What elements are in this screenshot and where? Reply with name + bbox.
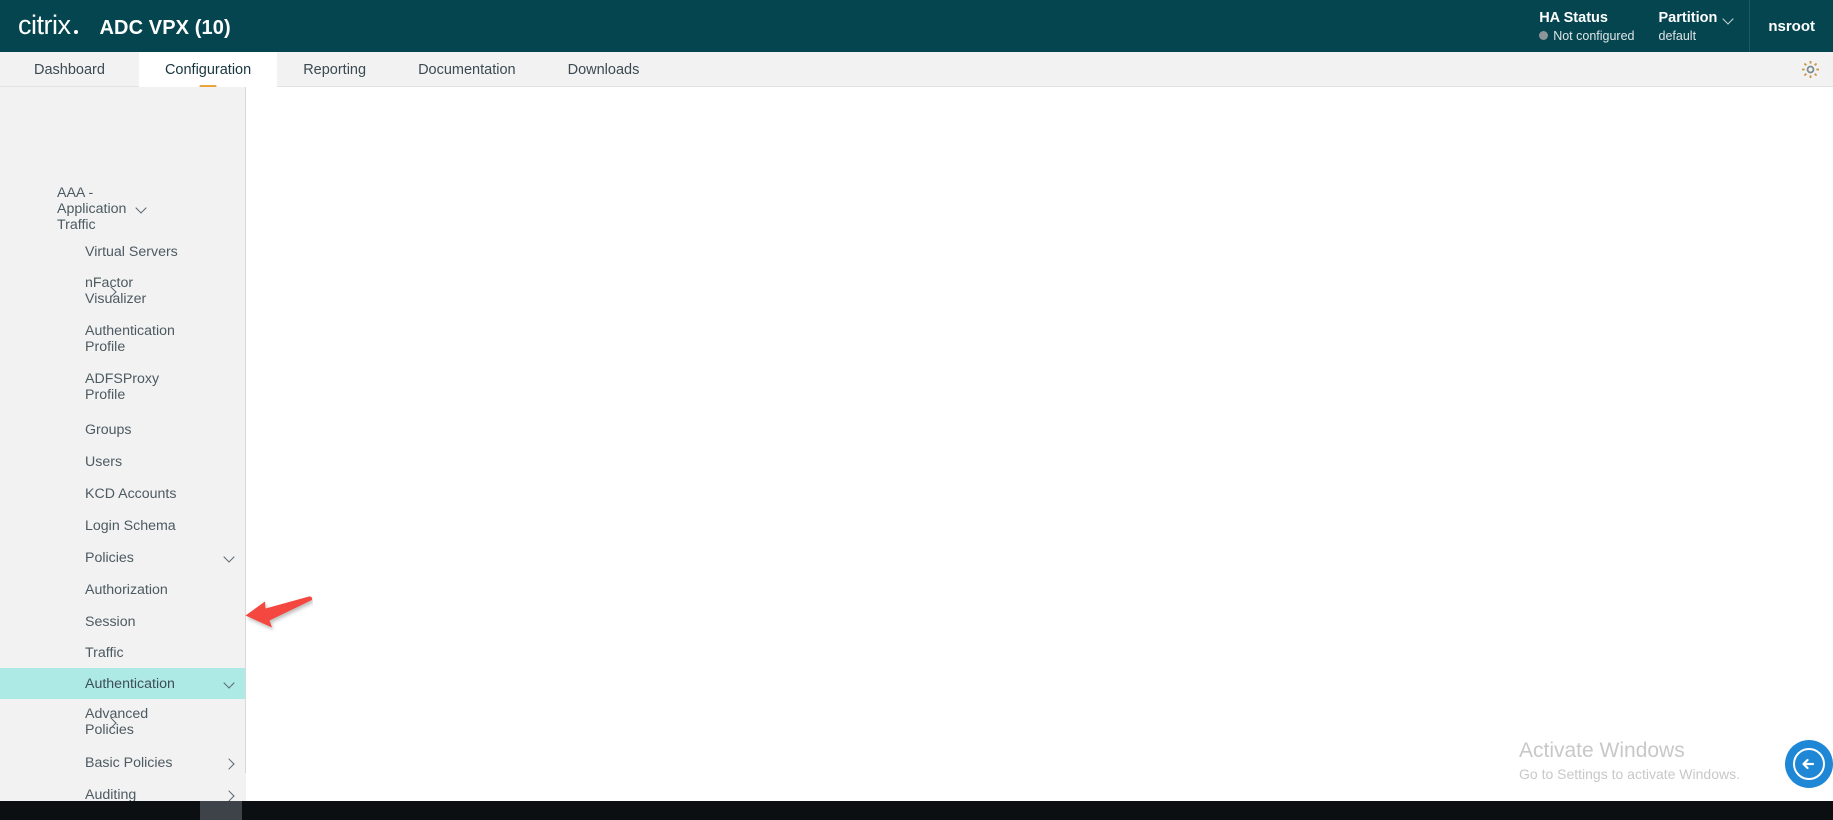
tab-dashboard[interactable]: Dashboard <box>0 52 139 87</box>
navigation-sidebar[interactable]: AAA - Application Traffic Virtual Server… <box>0 87 246 801</box>
bottom-taskbar <box>0 801 1833 820</box>
sidebar-item-label: Authentication <box>85 675 175 692</box>
settings-button[interactable] <box>1800 52 1833 86</box>
brand-left-group: citrix ADC VPX (10) <box>0 12 231 40</box>
windows-activation-watermark: Activate Windows Go to Settings to activ… <box>1519 739 1833 788</box>
sidebar-item-adfsproxy-profile[interactable]: ADFSProxy Profile <box>0 369 246 405</box>
sidebar-item-label: Session <box>85 614 136 630</box>
citrix-adc-admin-window: citrix ADC VPX (10) HA Status Not config… <box>0 0 1833 820</box>
sidebar-item-kcd-accounts[interactable]: KCD Accounts <box>0 481 246 507</box>
tab-configuration-label: Configuration <box>164 61 252 78</box>
sidebar-item-label: nFactor Visualizer <box>85 275 147 307</box>
sidebar-item-label: Users <box>85 454 123 470</box>
chevron-down-icon[interactable] <box>134 202 148 216</box>
sidebar-item-session[interactable]: Session <box>0 609 246 635</box>
back-arrow-icon <box>1793 748 1825 780</box>
gear-icon <box>1802 60 1819 78</box>
sidebar-item-label: Authorization <box>85 582 168 598</box>
overlay-badge[interactable] <box>1785 740 1833 788</box>
sidebar-item-traffic[interactable]: Traffic <box>0 640 246 666</box>
watermark-title: Activate Windows <box>1519 739 1685 762</box>
chevron-down-icon[interactable] <box>222 677 236 691</box>
sidebar-item-aaa-application-traffic[interactable]: AAA - Application Traffic <box>0 185 246 233</box>
sidebar-item-policies[interactable]: Policies <box>0 545 246 571</box>
partition-label: Partition <box>1658 10 1718 27</box>
sidebar-item-label: Login Schema <box>85 518 176 534</box>
red-arrow-annotation <box>245 596 313 628</box>
sidebar-item-authentication[interactable]: Authentication <box>0 668 246 699</box>
sidebar-item-nfactor-visualizer[interactable]: nFactor Visualizer <box>0 273 246 309</box>
ha-status-block[interactable]: HA Status Not configured <box>1521 9 1652 43</box>
sidebar-item-login-schema[interactable]: Login Schema <box>0 513 246 539</box>
main-content-area <box>246 87 1833 801</box>
sidebar-item-users[interactable]: Users <box>0 449 246 475</box>
sidebar-item-auditing[interactable]: Auditing <box>0 782 246 801</box>
tab-configuration[interactable]: Configuration <box>138 52 278 87</box>
sidebar-item-label: Authentication Profile <box>85 323 175 355</box>
tab-documentation-label: Documentation <box>418 61 516 78</box>
sidebar-item-label: Traffic <box>85 645 124 661</box>
chevron-right-icon[interactable] <box>222 788 236 801</box>
sidebar-item-label: Groups <box>85 422 132 438</box>
main-tab-bar: Dashboard Configuration Reporting Docume… <box>0 52 1833 87</box>
partition-block[interactable]: Partition default <box>1653 9 1750 42</box>
tab-downloads-label: Downloads <box>567 61 640 78</box>
sidebar-item-label: KCD Accounts <box>85 486 177 502</box>
ha-status-value-row: Not configured <box>1539 28 1635 43</box>
sidebar-item-authorization[interactable]: Authorization <box>0 577 246 603</box>
sidebar-scroll-edge <box>245 87 246 773</box>
chevron-right-icon[interactable] <box>104 715 118 729</box>
sidebar-item-label: Auditing <box>85 787 137 801</box>
tab-downloads[interactable]: Downloads <box>542 52 666 87</box>
sidebar-item-label: Basic Policies <box>85 755 173 771</box>
sidebar-item-label: AAA - Application Traffic <box>57 185 127 233</box>
sidebar-item-authentication-profile[interactable]: Authentication Profile <box>0 321 246 357</box>
sidebar-item-label: Virtual Servers <box>85 244 178 260</box>
sidebar-item-label: Advanced Policies <box>85 706 149 738</box>
citrix-logo-dot <box>73 30 78 34</box>
tab-dashboard-label: Dashboard <box>34 61 105 78</box>
tab-bar-spacer <box>665 52 1800 86</box>
sidebar-item-basic-policies[interactable]: Basic Policies <box>0 750 246 776</box>
user-menu[interactable]: nsroot <box>1750 18 1833 35</box>
tab-reporting[interactable]: Reporting <box>277 52 392 87</box>
tab-reporting-label: Reporting <box>303 61 367 78</box>
sidebar-item-virtual-servers[interactable]: Virtual Servers <box>0 239 246 265</box>
ha-status-label: HA Status <box>1539 10 1608 27</box>
chevron-right-icon[interactable] <box>222 756 236 770</box>
sidebar-item-label: ADFSProxy Profile <box>85 371 160 403</box>
chevron-right-icon[interactable] <box>104 284 118 298</box>
tab-documentation[interactable]: Documentation <box>392 52 542 87</box>
citrix-logo-text: citrix <box>18 10 71 40</box>
ha-status-indicator-icon <box>1539 31 1549 41</box>
watermark-subtitle: Go to Settings to activate Windows. <box>1519 766 1740 782</box>
chevron-down-icon[interactable] <box>222 551 236 565</box>
citrix-logo[interactable]: citrix <box>18 12 78 39</box>
top-brand-bar: citrix ADC VPX (10) HA Status Not config… <box>0 0 1833 52</box>
partition-header-row: Partition <box>1659 9 1736 27</box>
taskbar-active-window[interactable] <box>200 801 242 820</box>
partition-value: default <box>1658 28 1697 43</box>
chevron-down-icon[interactable] <box>1724 15 1735 22</box>
sidebar-item-label: Policies <box>85 550 134 566</box>
ha-status-value: Not configured <box>1553 28 1635 43</box>
sidebar-item-groups[interactable]: Groups <box>0 417 246 443</box>
user-name: nsroot <box>1768 17 1815 35</box>
sidebar-item-advanced-policies[interactable]: Advanced Policies <box>0 704 246 740</box>
product-title: ADC VPX (10) <box>99 17 231 39</box>
